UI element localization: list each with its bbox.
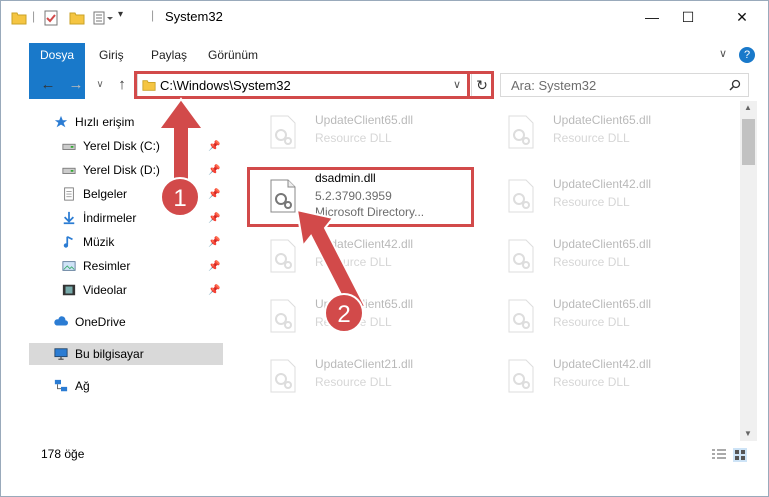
search-box[interactable]: Ara: System32 bbox=[500, 73, 749, 97]
computer-icon bbox=[54, 348, 68, 360]
tab-share[interactable]: Paylaş bbox=[151, 43, 187, 67]
search-placeholder: Ara: System32 bbox=[511, 78, 597, 93]
dll-file-icon bbox=[508, 299, 534, 333]
back-arrow-icon[interactable]: ← bbox=[39, 75, 57, 95]
explorer-window: | ▾ | System32 — ☐ ✕ Dosya Giriş Paylaş … bbox=[0, 0, 769, 497]
quick-access-dropdown-icon[interactable]: ▾ bbox=[118, 9, 123, 20]
video-icon bbox=[62, 284, 76, 296]
dll-file-icon bbox=[508, 115, 534, 149]
folder-icon bbox=[11, 12, 27, 25]
file-item[interactable]: UpdateClient42.dll Resource DLL bbox=[485, 167, 705, 223]
separator: | bbox=[32, 9, 36, 23]
help-icon[interactable]: ? bbox=[739, 47, 755, 63]
details-view-icon[interactable] bbox=[712, 449, 726, 461]
tab-view[interactable]: Görünüm bbox=[208, 43, 258, 67]
dll-file-icon bbox=[270, 115, 296, 149]
customize-toolbar-icon[interactable] bbox=[93, 10, 113, 26]
download-icon bbox=[63, 211, 75, 225]
drive-icon bbox=[62, 167, 76, 174]
file-item[interactable]: UpdateClient42.dll Resource DLL bbox=[485, 347, 705, 403]
window-title: System32 bbox=[165, 9, 223, 24]
file-item[interactable]: UpdateClient65.dll Resource DLL bbox=[485, 287, 705, 343]
pin-icon: 📌 bbox=[208, 285, 221, 296]
music-icon bbox=[63, 235, 73, 248]
sidebar-item-pictures[interactable]: Resimler bbox=[61, 255, 223, 277]
document-icon bbox=[64, 187, 74, 201]
address-bar-highlight bbox=[134, 71, 470, 99]
item-count: 178 öğe bbox=[41, 447, 85, 461]
dll-file-icon bbox=[270, 359, 296, 393]
star-icon bbox=[54, 115, 68, 128]
sidebar-item-music[interactable]: Müzik bbox=[61, 231, 223, 253]
scrollbar-thumb[interactable] bbox=[742, 119, 755, 165]
file-item[interactable]: UpdateClient65.dll Resource DLL bbox=[247, 103, 467, 159]
sidebar-item-videos[interactable]: Videolar bbox=[61, 279, 223, 301]
file-item[interactable]: UpdateClient21.dll Resource DLL bbox=[247, 347, 467, 403]
sidebar-item-this-pc[interactable]: Bu bilgisayar bbox=[29, 343, 223, 365]
properties-icon[interactable] bbox=[43, 10, 59, 26]
sidebar-item-onedrive[interactable]: OneDrive bbox=[53, 311, 223, 333]
new-folder-icon[interactable] bbox=[69, 10, 85, 26]
dll-file-icon bbox=[508, 179, 534, 213]
forward-arrow-icon[interactable]: → bbox=[67, 75, 85, 95]
search-icon[interactable] bbox=[729, 79, 741, 91]
large-icons-view-icon[interactable] bbox=[733, 448, 747, 462]
recent-locations-icon[interactable]: ∨ bbox=[91, 75, 109, 95]
pin-icon: 📌 bbox=[208, 213, 221, 224]
ribbon-tabs: Dosya Giriş Paylaş Görünüm ∨ ? bbox=[1, 43, 768, 99]
file-item[interactable]: UpdateClient65.dll Resource DLL bbox=[485, 227, 705, 283]
close-button[interactable]: ✕ bbox=[719, 1, 765, 33]
dll-file-icon bbox=[508, 239, 534, 273]
picture-icon bbox=[62, 261, 76, 271]
pin-icon: 📌 bbox=[208, 237, 221, 248]
vertical-scrollbar[interactable]: ▲ ▼ bbox=[740, 101, 757, 441]
status-bar: 178 öğe bbox=[1, 441, 768, 469]
scroll-up-icon[interactable]: ▲ bbox=[744, 103, 752, 112]
dll-file-icon bbox=[508, 359, 534, 393]
sidebar-item-downloads[interactable]: İndirmeler bbox=[61, 207, 223, 229]
up-arrow-icon[interactable]: ↑ bbox=[113, 75, 131, 95]
cloud-icon bbox=[54, 316, 68, 326]
file-item[interactable]: UpdateClient65.dll Resource DLL bbox=[485, 103, 705, 159]
title-bar: | ▾ | System32 — ☐ ✕ bbox=[1, 1, 768, 33]
separator: | bbox=[151, 8, 155, 22]
annotation-badge-1: 1 bbox=[160, 177, 200, 217]
drive-icon bbox=[62, 143, 76, 150]
ribbon-expand-icon[interactable]: ∨ bbox=[719, 47, 727, 60]
pin-icon: 📌 bbox=[208, 261, 221, 272]
sidebar-item-network[interactable]: Ağ bbox=[53, 375, 223, 397]
maximize-button[interactable]: ☐ bbox=[665, 1, 711, 33]
tab-home[interactable]: Giriş bbox=[99, 43, 124, 67]
refresh-highlight bbox=[467, 71, 494, 99]
annotation-badge-2: 2 bbox=[324, 293, 364, 333]
scroll-down-icon[interactable]: ▼ bbox=[744, 429, 752, 438]
network-icon bbox=[54, 379, 68, 392]
